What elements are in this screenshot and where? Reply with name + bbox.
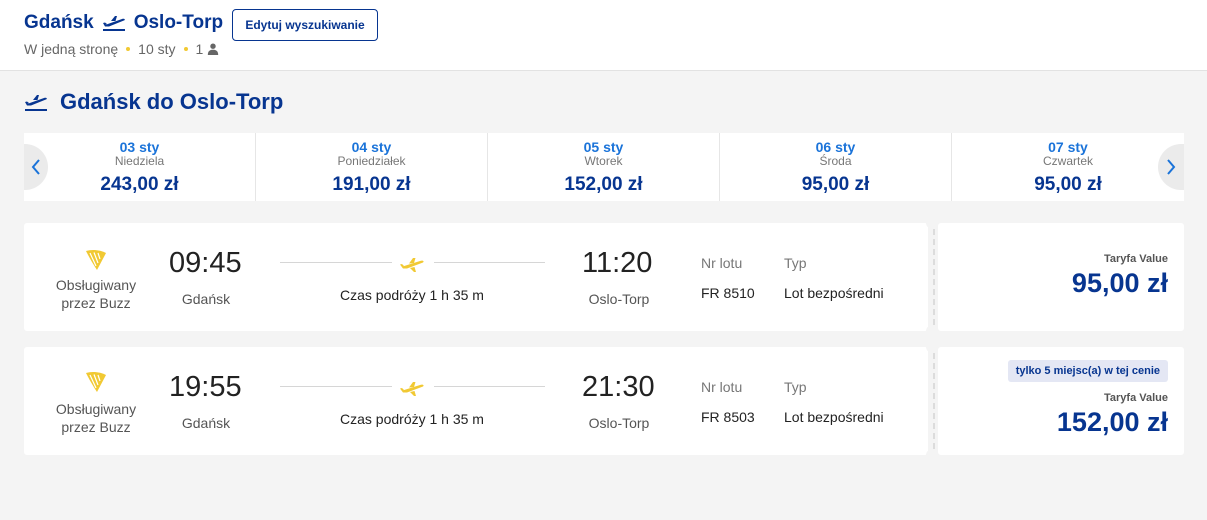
date-option-weekday: Niedziela (114, 154, 165, 168)
separator-dot (126, 47, 131, 51)
date-option[interactable]: 04 sty Poniedziałek 191,00 zł (256, 133, 488, 201)
departure-time: 19:55 (169, 371, 242, 403)
flight-card[interactable]: Obsługiwany przez Buzz 09:45 Gdańsk Czas… (24, 217, 1184, 337)
flight-type: Lot bezpośredni (784, 285, 884, 301)
operator-text: Obsługiwany przez Buzz (55, 277, 137, 311)
flight-details: Obsługiwany przez Buzz 19:55 Gdańsk Czas… (24, 347, 928, 455)
fare-panel[interactable]: Taryfa Value 95,00 zł (938, 223, 1184, 331)
fare-panel[interactable]: tylko 5 miejsc(a) w tej cenie Taryfa Val… (938, 347, 1184, 455)
plane-icon (400, 258, 424, 272)
date-option-date: 05 sty (583, 139, 624, 155)
date-carousel: 03 sty Niedziela 243,00 zł 04 sty Ponied… (24, 133, 1184, 201)
route-line (434, 262, 545, 263)
edit-search-button[interactable]: Edytuj wyszukiwanie (232, 9, 378, 41)
route-line (280, 262, 392, 263)
card-divider (933, 353, 935, 449)
trip-type: W jedną stronę (24, 41, 119, 57)
date-option-date: 04 sty (351, 139, 392, 155)
flight-duration: Czas podróży 1 h 35 m (340, 411, 484, 427)
flight-number: FR 8510 (701, 285, 755, 301)
flight-type-label: Typ (784, 379, 807, 395)
date-option-price: 95,00 zł (801, 174, 870, 195)
date-option-price: 95,00 zł (1034, 174, 1102, 195)
date-option-weekday: Środa (819, 154, 852, 168)
origin-city: Gdańsk (24, 12, 94, 33)
harp-logo-icon (86, 371, 106, 392)
flight-details: Obsługiwany przez Buzz 09:45 Gdańsk Czas… (24, 223, 928, 331)
section-title-text: Gdańsk do Oslo-Torp (60, 89, 284, 114)
date-option[interactable]: 03 sty Niedziela 243,00 zł (24, 133, 256, 201)
arrival-time: 11:20 (582, 247, 653, 279)
card-divider (933, 229, 935, 325)
arrival-time: 21:30 (582, 371, 655, 403)
search-meta: W jedną stronę 10 sty 1 (24, 41, 219, 57)
date-option-price: 191,00 zł (332, 174, 411, 195)
date-option[interactable]: 05 sty Wtorek 152,00 zł (488, 133, 720, 201)
operator-text: Obsługiwany przez Buzz (55, 401, 137, 435)
chevron-right-icon (1167, 159, 1176, 175)
flight-type: Lot bezpośredni (784, 409, 884, 425)
flight-number: FR 8503 (701, 409, 755, 425)
flight-number-label: Nr lotu (701, 255, 743, 271)
search-summary-header: Gdańsk Oslo-Torp W jedną stronę 10 sty 1… (0, 0, 1207, 71)
date-option[interactable]: 06 sty Środa 95,00 zł (720, 133, 952, 201)
seat-availability-badge: tylko 5 miejsc(a) w tej cenie (1007, 360, 1168, 382)
flight-card[interactable]: Obsługiwany przez Buzz 19:55 Gdańsk Czas… (24, 341, 1184, 461)
flight-number-label: Nr lotu (701, 379, 743, 395)
departure-city: Gdańsk (181, 415, 231, 431)
flight-type-label: Typ (784, 255, 807, 271)
plane-icon (400, 382, 424, 396)
section-title: Gdańsk do Oslo-Torp (24, 89, 283, 115)
date-option-weekday: Wtorek (584, 154, 623, 168)
route-title: Gdańsk Oslo-Torp (24, 12, 223, 34)
date-option-price: 243,00 zł (100, 174, 179, 195)
destination-city: Oslo-Torp (133, 12, 224, 33)
route-line (434, 386, 545, 387)
departure-time: 09:45 (169, 247, 242, 279)
date-option-weekday: Poniedziałek (337, 154, 406, 168)
fare-name: Taryfa Value (1104, 392, 1168, 404)
date-option-price: 152,00 zł (564, 174, 643, 195)
date-option-date: 06 sty (815, 139, 856, 155)
date-option[interactable]: 07 sty Czwartek 95,00 zł (952, 133, 1184, 201)
date-option-date: 07 sty (1048, 139, 1088, 155)
passenger-count: 1 (195, 41, 204, 57)
chevron-left-icon (31, 159, 40, 175)
date-option-date: 03 sty (119, 139, 160, 155)
fare-name: Taryfa Value (1104, 253, 1168, 265)
arrival-city: Oslo-Torp (588, 291, 650, 307)
date-option-weekday: Czwartek (1042, 154, 1093, 168)
route-line (280, 386, 392, 387)
separator-dot (183, 47, 188, 51)
person-icon (208, 43, 219, 55)
fare-price: 95,00 zł (1071, 268, 1168, 298)
harp-logo-icon (86, 249, 106, 270)
arrival-city: Oslo-Torp (588, 415, 650, 431)
fare-price: 152,00 zł (1056, 407, 1168, 437)
plane-icon (25, 95, 47, 111)
plane-icon (102, 16, 125, 31)
travel-date: 10 sty (138, 41, 176, 57)
departure-city: Gdańsk (181, 291, 231, 307)
flight-duration: Czas podróży 1 h 35 m (340, 287, 484, 303)
